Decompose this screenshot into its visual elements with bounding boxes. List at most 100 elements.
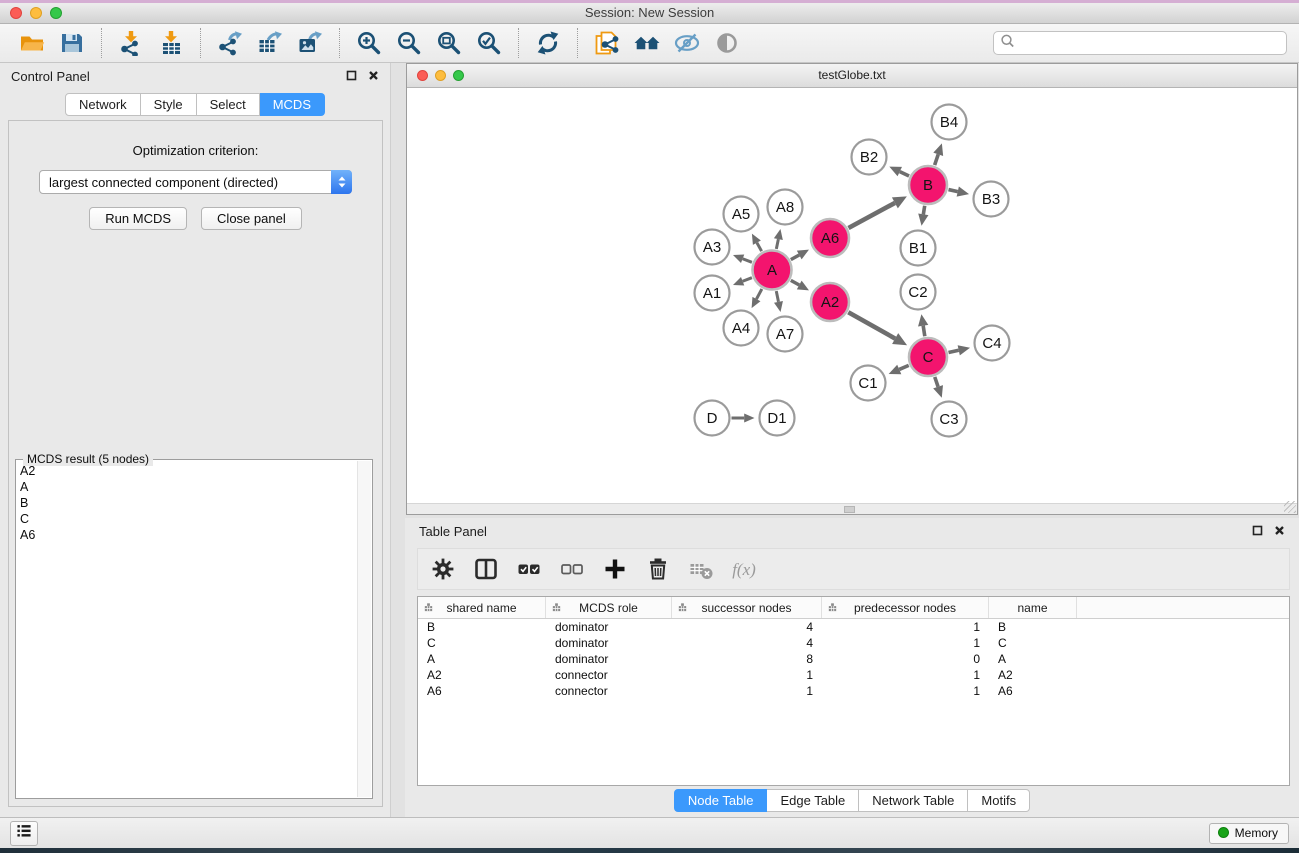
column-header-shared-name[interactable]: shared name: [418, 597, 546, 618]
graph-edge-A-A1: [743, 278, 752, 282]
open-folder-button[interactable]: [17, 28, 47, 58]
main-toolbar: [0, 24, 1299, 63]
memory-button[interactable]: Memory: [1209, 823, 1289, 844]
zoom-in-button[interactable]: [354, 28, 384, 58]
graph-node-label: A1: [703, 285, 721, 302]
list-icon: [15, 822, 33, 845]
home-button[interactable]: [632, 28, 662, 58]
close-panel-button[interactable]: Close panel: [201, 207, 302, 230]
zoom-window-button[interactable]: [50, 7, 62, 19]
run-mcds-button[interactable]: Run MCDS: [89, 207, 187, 230]
graph-node-label: B: [923, 177, 933, 194]
node-table: shared name MCDS role successor nodesprede…: [417, 596, 1290, 786]
show-network-button[interactable]: [712, 28, 742, 58]
table-cell: 1: [822, 620, 989, 634]
tab-network-table[interactable]: Network Table: [859, 789, 968, 812]
result-list-item[interactable]: A: [20, 479, 356, 495]
tab-select[interactable]: Select: [197, 93, 260, 116]
close-window-button[interactable]: [10, 7, 22, 19]
result-list-item[interactable]: C: [20, 511, 356, 527]
graph-edge-B-B4: [935, 154, 939, 165]
result-list-item[interactable]: A6: [20, 527, 356, 543]
table-cell: C: [989, 636, 1077, 650]
network-minimize-button[interactable]: [435, 70, 446, 81]
import-table-button[interactable]: [156, 28, 186, 58]
resize-grip-icon[interactable]: [1284, 501, 1296, 513]
table-row[interactable]: Bdominator41B: [418, 619, 1289, 635]
table-row[interactable]: Cdominator41C: [418, 635, 1289, 651]
add-column-button[interactable]: [602, 556, 628, 582]
export-table-button[interactable]: [255, 28, 285, 58]
tab-network[interactable]: Network: [65, 93, 141, 116]
close-table-panel-icon[interactable]: [1274, 524, 1285, 539]
float-panel-icon[interactable]: [346, 69, 357, 84]
table-row[interactable]: Adominator80A: [418, 651, 1289, 667]
result-list-item[interactable]: A2: [20, 463, 356, 479]
table-cell: 1: [672, 668, 822, 682]
graph-edge-C-C3: [935, 377, 938, 387]
control-panel-tabs: NetworkStyleSelectMCDS: [0, 93, 390, 116]
column-header-predecessor-nodes[interactable]: predecessor nodes: [822, 597, 989, 618]
hide-network-button[interactable]: [672, 28, 702, 58]
refresh-layout-button[interactable]: [533, 28, 563, 58]
network-close-button[interactable]: [417, 70, 428, 81]
column-type-icon: [677, 601, 688, 616]
column-type-icon: [551, 601, 562, 616]
graph-node-label: C1: [858, 375, 877, 392]
graph-node-label: A2: [821, 294, 839, 311]
column-header-label: shared name: [446, 601, 516, 615]
criterion-dropdown-value: largest connected component (directed): [49, 175, 278, 190]
table-row[interactable]: A2connector11A2: [418, 667, 1289, 683]
graph-edge-C-C1: [899, 365, 908, 369]
control-panel-header: Control Panel: [0, 63, 390, 90]
tab-motifs[interactable]: Motifs: [968, 789, 1030, 812]
result-scrollbar[interactable]: [357, 461, 371, 797]
settings-button[interactable]: [430, 556, 456, 582]
table-cell: dominator: [546, 652, 672, 666]
criterion-dropdown[interactable]: largest connected component (directed): [39, 170, 352, 194]
export-image-button[interactable]: [295, 28, 325, 58]
tab-node-table[interactable]: Node Table: [674, 789, 768, 812]
delete-columns-button[interactable]: [645, 556, 671, 582]
zoom-fit-button[interactable]: [434, 28, 464, 58]
save-session-button[interactable]: [57, 28, 87, 58]
select-all-columns-button[interactable]: [516, 556, 542, 582]
zoom-selected-button[interactable]: [474, 28, 504, 58]
tab-style[interactable]: Style: [141, 93, 197, 116]
table-body: Bdominator41BCdominator41CAdominator80AA…: [418, 619, 1289, 699]
graph-node-label: A: [767, 262, 777, 279]
network-canvas[interactable]: B4B2BB3A5A8A6A3AB1A1C2A2A4A7C4CC1DD1C3: [407, 88, 1297, 504]
table-cell: B: [418, 620, 546, 634]
table-tabs: Node TableEdge TableNetwork TableMotifs: [405, 789, 1299, 812]
column-header-MCDS-role[interactable]: MCDS role: [546, 597, 672, 618]
zoom-out-button[interactable]: [394, 28, 424, 58]
minimize-window-button[interactable]: [30, 7, 42, 19]
column-header-successor-nodes[interactable]: successor nodes: [672, 597, 822, 618]
column-header-label: name: [1017, 601, 1047, 615]
search-input[interactable]: [1019, 35, 1280, 51]
graph-edge-A-A7: [776, 291, 778, 302]
search-box[interactable]: [993, 31, 1287, 55]
column-header-label: MCDS role: [579, 601, 638, 615]
import-network-button[interactable]: [116, 28, 146, 58]
tab-mcds[interactable]: MCDS: [260, 93, 325, 116]
unselect-all-columns-button[interactable]: [559, 556, 585, 582]
table-cell: A: [418, 652, 546, 666]
graph-node-label: A3: [703, 239, 721, 256]
column-type-icon: [423, 601, 434, 616]
close-panel-icon[interactable]: [368, 69, 379, 84]
column-header-name[interactable]: name: [989, 597, 1077, 618]
table-cell: A6: [418, 684, 546, 698]
app-titlebar: Session: New Session: [0, 3, 1299, 24]
network-zoom-button[interactable]: [453, 70, 464, 81]
graph-edge-B-B1: [923, 206, 924, 215]
tab-edge-table[interactable]: Edge Table: [767, 789, 859, 812]
table-row[interactable]: A6connector11A6: [418, 683, 1289, 699]
split-panel-button[interactable]: [473, 556, 499, 582]
export-network-button[interactable]: [215, 28, 245, 58]
float-table-panel-icon[interactable]: [1252, 524, 1263, 539]
task-history-button[interactable]: [10, 821, 38, 846]
splitter-handle[interactable]: [844, 506, 855, 513]
network-document-button[interactable]: [592, 28, 622, 58]
result-list-item[interactable]: B: [20, 495, 356, 511]
